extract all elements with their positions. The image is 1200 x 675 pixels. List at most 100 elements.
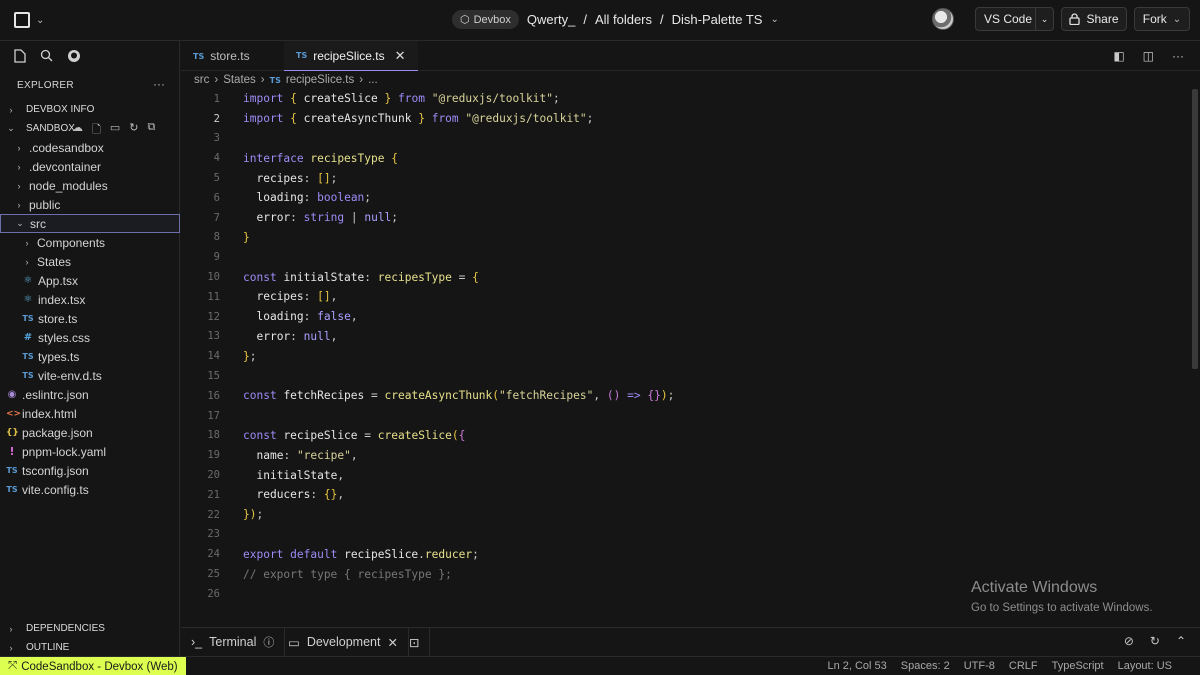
tree-folder[interactable]: › node_modules xyxy=(0,176,180,195)
open-vscode-button[interactable]: VS Code ⌄ xyxy=(975,7,1054,31)
more-actions-icon[interactable]: ··· xyxy=(1172,49,1184,63)
code-line[interactable]: 9 xyxy=(181,247,1186,267)
tree-file[interactable]: ⚛ App.tsx xyxy=(0,271,180,290)
chevron-down-icon[interactable]: ⌄ xyxy=(1173,14,1181,25)
code-text: const fetchRecipes = createAsyncThunk("f… xyxy=(243,389,675,403)
code-line[interactable]: 10 const initialState: recipesType = { xyxy=(181,267,1186,287)
chevron-down-icon[interactable]: ⌄ xyxy=(1035,8,1053,30)
tree-folder[interactable]: › .codesandbox xyxy=(0,138,180,157)
code-line[interactable]: 17 xyxy=(181,406,1186,426)
breadcrumb-src[interactable]: src xyxy=(194,74,209,86)
tree-file[interactable]: TS tsconfig.json xyxy=(0,461,180,480)
tree-file[interactable]: ⚛ index.tsx xyxy=(0,290,180,309)
editor-scrollbar[interactable] xyxy=(1192,89,1198,369)
section-devbox-info[interactable]: › DEVBOX INFO xyxy=(0,100,180,119)
code-line[interactable]: 18 const recipeSlice = createSlice({ xyxy=(181,426,1186,446)
tab-terminal[interactable]: ›_ Terminal ⓘ xyxy=(181,628,286,656)
encoding[interactable]: UTF-8 xyxy=(964,660,995,672)
code-line[interactable]: 15 xyxy=(181,366,1186,386)
new-terminal-button[interactable]: ⊡ xyxy=(399,628,431,656)
info-icon[interactable]: ⓘ xyxy=(263,634,274,650)
code-line[interactable]: 1 import { createSlice } from "@reduxjs/t… xyxy=(181,89,1186,109)
code-line[interactable]: 19 name: "recipe", xyxy=(181,445,1186,465)
code-line[interactable]: 22}); xyxy=(181,505,1186,525)
remote-indicator[interactable]: ⤧ CodeSandbox - Devbox (Web) xyxy=(0,657,186,675)
line-ending[interactable]: CRLF xyxy=(1009,660,1038,672)
all-folders-link[interactable]: All folders xyxy=(595,12,652,27)
more-icon[interactable]: ··· xyxy=(153,77,165,91)
tree-file[interactable]: # styles.css xyxy=(0,328,180,347)
code-line[interactable]: 4 interface recipesType { xyxy=(181,148,1186,168)
code-line[interactable]: 5 recipes: []; xyxy=(181,168,1186,188)
code-line[interactable]: 11 recipes: [], xyxy=(181,287,1186,307)
code-line[interactable]: 24 export default recipeSlice.reducer; xyxy=(181,544,1186,564)
file-icon[interactable] xyxy=(14,49,26,63)
tree-file[interactable]: {} package.json xyxy=(0,423,180,442)
tree-folder[interactable]: › Components xyxy=(0,233,180,252)
tree-folder[interactable]: › States xyxy=(0,252,180,271)
section-dependencies[interactable]: › DEPENDENCIES xyxy=(0,619,180,638)
avatar[interactable] xyxy=(932,8,954,30)
code-line[interactable]: 13 error: null, xyxy=(181,327,1186,347)
code-line[interactable]: 20 initialState, xyxy=(181,465,1186,485)
fork-button[interactable]: Fork ⌄ xyxy=(1134,7,1190,31)
close-icon[interactable]: ✕ xyxy=(387,635,397,650)
language-mode[interactable]: TypeScript xyxy=(1052,660,1104,672)
code-line[interactable]: 12 loading: false, xyxy=(181,307,1186,327)
code-editor[interactable]: 1 import { createSlice } from "@reduxjs/t… xyxy=(181,89,1186,604)
close-icon[interactable]: ✕ xyxy=(395,48,406,64)
tree-file[interactable]: TS vite.config.ts xyxy=(0,480,180,499)
chevron-down-icon[interactable]: ⌄ xyxy=(770,14,778,25)
code-line[interactable]: 2 import { createAsyncThunk } from "@redu… xyxy=(181,109,1186,129)
code-line[interactable]: 14}; xyxy=(181,346,1186,366)
tree-folder[interactable]: ⌄ src xyxy=(0,214,180,233)
code-line[interactable]: 7 error: string | null; xyxy=(181,208,1186,228)
project-name[interactable]: Dish-Palette TS xyxy=(672,12,763,27)
activation-watermark: Activate Windows Go to Settings to activ… xyxy=(971,579,1153,614)
tree-file[interactable]: ◉ .eslintrc.json xyxy=(0,385,180,404)
tree-folder[interactable]: › .devcontainer xyxy=(0,157,180,176)
clear-icon[interactable]: ⊘ xyxy=(1124,634,1134,648)
chevron-up-icon[interactable]: ⌃ xyxy=(1176,634,1186,648)
tree-file[interactable]: TS types.ts xyxy=(0,347,180,366)
toggle-sidebar-icon[interactable]: ◧ xyxy=(1113,49,1124,63)
editor-tabs: TS store.ts TS recipeSlice.ts ✕ ◧ ◫ ··· xyxy=(181,41,1200,71)
tree-file[interactable]: <> index.html xyxy=(0,404,180,423)
keyboard-layout[interactable]: Layout: US xyxy=(1118,660,1172,672)
top-bar: ⌄ ⬡ Devbox Qwerty_ / All folders / Dish-… xyxy=(0,0,1200,41)
breadcrumb-symbol[interactable]: ... xyxy=(368,74,378,86)
breadcrumb-states[interactable]: States xyxy=(223,74,256,86)
cursor-position[interactable]: Ln 2, Col 53 xyxy=(827,660,886,672)
main-menu-button[interactable]: ⌄ xyxy=(14,12,44,28)
tab-development[interactable]: ▭ Development ✕ xyxy=(278,628,409,656)
watermark-subtitle: Go to Settings to activate Windows. xyxy=(971,602,1153,614)
breadcrumb-separator: / xyxy=(583,12,587,27)
github-icon[interactable] xyxy=(67,49,81,63)
code-line[interactable]: 3 xyxy=(181,129,1186,149)
refresh-icon[interactable]: ↻ xyxy=(1150,634,1160,648)
chevron-right-icon: › xyxy=(17,161,21,172)
tree-file[interactable]: TS store.ts xyxy=(0,309,180,328)
tree-file[interactable]: ! pnpm-lock.yaml xyxy=(0,442,180,461)
split-editor-icon[interactable]: ◫ xyxy=(1143,49,1154,63)
workspace-user[interactable]: Qwerty_ xyxy=(527,12,575,27)
react-icon: ⚛ xyxy=(23,275,33,286)
share-button[interactable]: Share xyxy=(1061,7,1127,31)
tab-label: Terminal xyxy=(209,635,257,649)
search-icon[interactable] xyxy=(40,49,53,62)
indentation[interactable]: Spaces: 2 xyxy=(901,660,950,672)
code-line[interactable]: 6 loading: boolean; xyxy=(181,188,1186,208)
tab-recipeslice-ts[interactable]: TS recipeSlice.ts ✕ xyxy=(284,41,418,71)
breadcrumb-file[interactable]: recipeSlice.ts xyxy=(286,74,354,86)
code-line[interactable]: 16 const fetchRecipes = createAsyncThunk(… xyxy=(181,386,1186,406)
code-line[interactable]: 23 xyxy=(181,525,1186,545)
tree-file[interactable]: TS vite-env.d.ts xyxy=(0,366,180,385)
code-line[interactable]: 21 reducers: {}, xyxy=(181,485,1186,505)
tree-folder[interactable]: › public xyxy=(0,195,180,214)
line-number: 9 xyxy=(213,251,220,264)
chevron-right-icon: › xyxy=(260,74,265,86)
tree-item-label: .codesandbox xyxy=(29,140,104,155)
tab-store-ts[interactable]: TS store.ts xyxy=(181,41,262,71)
section-outline[interactable]: › OUTLINE xyxy=(0,638,180,657)
code-line[interactable]: 8} xyxy=(181,228,1186,248)
